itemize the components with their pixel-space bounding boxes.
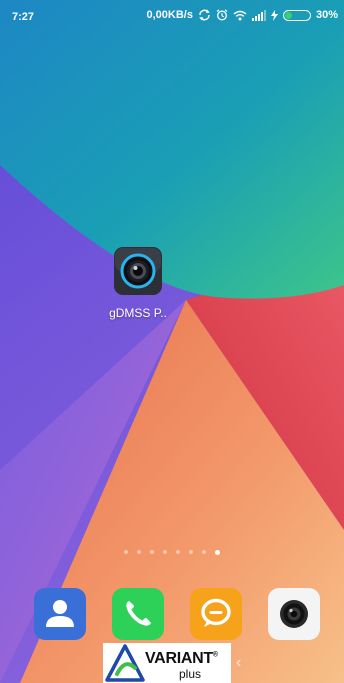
charging-icon	[270, 9, 278, 21]
alarm-icon	[216, 9, 228, 21]
dock-phone[interactable]	[112, 588, 164, 640]
page-dot[interactable]	[150, 550, 154, 554]
signal-icon	[251, 9, 266, 21]
message-icon	[190, 588, 242, 640]
contacts-icon	[34, 588, 86, 640]
sync-icon	[198, 9, 211, 21]
app-label: gDMSS P..	[109, 306, 167, 320]
page-indicator	[0, 549, 344, 555]
page-dot[interactable]	[124, 550, 128, 554]
page-dot[interactable]	[176, 550, 180, 554]
phone-icon	[112, 588, 164, 640]
dock-camera[interactable]	[268, 588, 320, 640]
battery-percent: 30%	[315, 9, 338, 21]
camera-lens-icon	[114, 247, 162, 295]
variant-logo-mark	[105, 644, 145, 682]
page-dot[interactable]	[189, 550, 193, 554]
status-bar: 7:27 0,00KB/s 30%	[0, 0, 344, 34]
page-dot[interactable]	[137, 550, 141, 554]
page-dot[interactable]	[215, 549, 220, 555]
dock-contacts[interactable]	[34, 588, 86, 640]
app-gdmss[interactable]: gDMSS P..	[105, 247, 171, 320]
page-dot[interactable]	[163, 550, 167, 554]
battery-icon	[282, 9, 311, 21]
dock-messaging[interactable]	[190, 588, 242, 640]
status-time: 7:27	[12, 11, 35, 23]
nav-back-button[interactable]: ‹	[236, 654, 241, 672]
watermark-sub: plus	[179, 667, 202, 681]
variant-plus-logo: VARIANT® plus	[103, 643, 231, 683]
net-speed: 0,00KB/s	[146, 9, 193, 21]
status-icons: 0,00KB/s 30%	[146, 9, 338, 21]
wallpaper	[0, 0, 344, 683]
battery-fill	[284, 11, 292, 19]
page-dot[interactable]	[202, 550, 206, 554]
camera-icon	[268, 588, 320, 640]
wifi-icon	[233, 10, 247, 21]
home-screen: 7:27 0,00KB/s 30% gDMSS P.. ‹ VARIANT® p…	[0, 0, 344, 683]
watermark-brand: VARIANT®	[145, 650, 218, 667]
